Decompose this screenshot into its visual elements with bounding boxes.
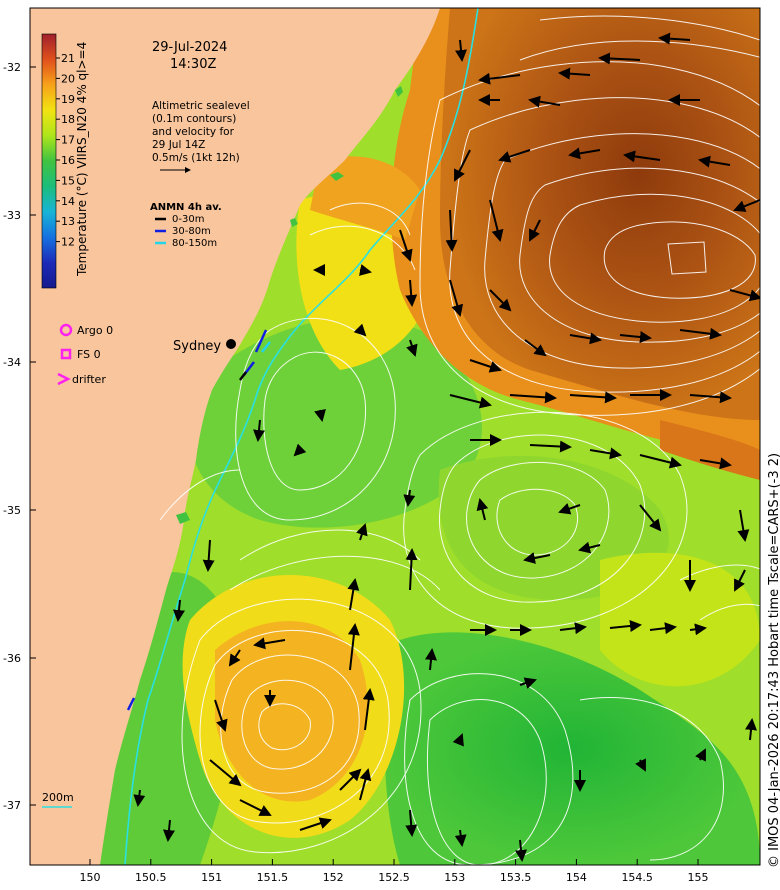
map-time: 14:30Z: [170, 57, 216, 72]
anmn-item-label: 0-30m: [172, 214, 204, 225]
sydney-marker-icon: [226, 339, 236, 349]
lon-tick-label: 152.5: [378, 871, 410, 884]
lat-tick-label: -37: [3, 799, 21, 812]
anmn-item-label: 80-150m: [172, 238, 217, 249]
altimetry-line: 0.5m/s (1kt 12h): [152, 152, 240, 164]
map-date: 29-Jul-2024: [152, 40, 227, 55]
colorbar-label: Temperature (°C) VIIRS_N20 4% ql>=4: [75, 42, 89, 277]
lat-tick-label: -32: [3, 61, 21, 74]
lon-tick-label: 150.5: [135, 871, 167, 884]
altimetry-line: and velocity for: [152, 126, 235, 138]
anmn-item-label: 30-80m: [172, 226, 211, 237]
colorbar-scale: [41, 33, 57, 289]
drifter-label: drifter: [72, 373, 106, 386]
lon-tick-label: 155: [688, 871, 709, 884]
lat-tick-label: -34: [3, 356, 21, 369]
lon-tick-label: 151: [201, 871, 222, 884]
colorbar-tick-label: 17: [61, 134, 75, 147]
colorbar-tick-label: 15: [61, 174, 75, 187]
lat-tick-label: -35: [3, 504, 21, 517]
lon-tick-label: 151.5: [257, 871, 289, 884]
colorbar-tick-label: 14: [61, 195, 75, 208]
colorbar-tick-label: 19: [61, 93, 75, 106]
colorbar-tick-label: 21: [61, 52, 75, 65]
sst-map: 21 20 19 18 17 16 15 14 13 12 Temperature (°C) VI…: [3, 7, 780, 884]
altimetry-line: 29 Jul 14Z: [152, 139, 205, 151]
altimetry-line: Altimetric sealevel: [152, 100, 250, 112]
fs-label: FS 0: [77, 348, 101, 361]
colorbar-tick-label: 13: [61, 215, 75, 228]
anmn-title: ANMN 4h av.: [150, 202, 222, 213]
colorbar-tick-label: 20: [61, 72, 75, 85]
plot-area: [30, 8, 760, 865]
colorbar-tick-label: 16: [61, 154, 75, 167]
altimetry-line: (0.1m contours): [152, 113, 236, 125]
lon-tick-label: 154.5: [621, 871, 653, 884]
lon-tick-label: 150: [80, 871, 101, 884]
lon-tick-label: 152: [323, 871, 344, 884]
credit-text: © IMOS 04-Jan-2026 20:17:43 Hobart time …: [767, 453, 780, 868]
city-label: Sydney: [173, 339, 221, 354]
lat-tick-label: -33: [3, 209, 21, 222]
argo-label: Argo 0: [77, 324, 113, 337]
isobath-label: 200m: [42, 791, 74, 804]
lat-tick-label: -36: [3, 652, 21, 665]
lon-tick-label: 154: [566, 871, 587, 884]
colorbar-tick-label: 18: [61, 113, 75, 126]
colorbar-tick-label: 12: [61, 236, 75, 249]
lon-tick-label: 153: [444, 871, 465, 884]
lon-tick-label: 153.5: [500, 871, 532, 884]
